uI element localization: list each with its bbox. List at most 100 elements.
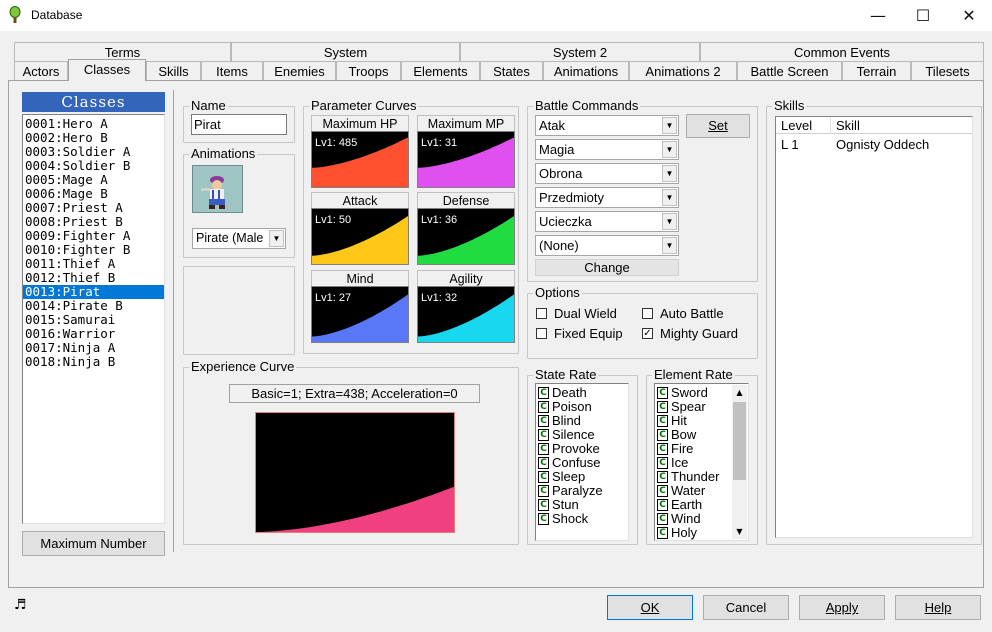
class-list[interactable]: 0001:Hero A 0002:Hero B 0003:Soldier A 0004…	[22, 114, 165, 524]
skills-table[interactable]: Level Skill L 1 Ognisty Oddech	[775, 116, 973, 538]
tab-animations-2[interactable]: Animations 2	[629, 61, 737, 81]
rate-name: Sword	[671, 385, 708, 400]
music-icon[interactable]: ♬	[14, 597, 27, 613]
list-item[interactable]: 0015:Samurai	[23, 313, 164, 327]
curve-chart[interactable]: Lv1: 36	[417, 208, 515, 265]
curve-chart[interactable]: Lv1: 50	[311, 208, 409, 265]
tab-system-2[interactable]: System 2	[460, 42, 700, 62]
cancel-button[interactable]: Cancel	[703, 595, 789, 620]
rate-row[interactable]: C Paralyze	[538, 484, 628, 498]
rate-name: Poison	[552, 399, 592, 414]
battle-command-select[interactable]: (None) ▼	[535, 235, 679, 256]
list-item[interactable]: 0010:Fighter B	[23, 243, 164, 257]
scrollbar-thumb[interactable]	[733, 402, 746, 480]
list-item[interactable]: 0009:Fighter A	[23, 229, 164, 243]
dual-wield-label: Dual Wield	[554, 306, 617, 321]
list-item[interactable]: 0017:Ninja A	[23, 341, 164, 355]
rate-row[interactable]: C Sleep	[538, 470, 628, 484]
curve-chart[interactable]: Lv1: 31	[417, 131, 515, 188]
tab-troops[interactable]: Troops	[336, 61, 401, 81]
curve-chart[interactable]: Lv1: 32	[417, 286, 515, 343]
mighty-guard-checkbox[interactable]: ✓	[642, 328, 653, 339]
rate-row[interactable]: C Blind	[538, 414, 628, 428]
list-item[interactable]: 0016:Warrior	[23, 327, 164, 341]
curve-chart[interactable]: Lv1: 485	[311, 131, 409, 188]
tab-actors[interactable]: Actors	[14, 61, 68, 81]
list-item[interactable]: 0018:Ninja B	[23, 355, 164, 369]
list-item[interactable]: 0001:Hero A	[23, 117, 164, 131]
tab-skills[interactable]: Skills	[146, 61, 201, 81]
rate-letter-icon: C	[657, 415, 668, 427]
experience-formula[interactable]: Basic=1; Extra=438; Acceleration=0	[229, 384, 480, 403]
tab-elements[interactable]: Elements	[401, 61, 480, 81]
curve-value: Lv1: 31	[421, 137, 458, 149]
scroll-down-icon[interactable]: ▼	[732, 524, 747, 539]
window-title: Database	[31, 8, 83, 22]
tab-system[interactable]: System	[231, 42, 460, 62]
curve-chart[interactable]: Lv1: 27	[311, 286, 409, 343]
element-scrollbar[interactable]: ▲ ▼	[732, 385, 747, 539]
battle-command-select[interactable]: Obrona ▼	[535, 163, 679, 184]
ok-label: OK	[640, 600, 660, 615]
auto-battle-checkbox[interactable]	[642, 308, 653, 319]
tab-animations[interactable]: Animations	[543, 61, 629, 81]
rate-row[interactable]: C Silence	[538, 428, 628, 442]
close-button[interactable]: ✕	[946, 0, 992, 31]
list-item[interactable]: 0011:Thief A	[23, 257, 164, 271]
rate-letter-icon: C	[657, 527, 668, 539]
set-button-label: Set	[708, 118, 728, 133]
dual-wield-checkbox[interactable]	[536, 308, 547, 319]
state-rate-list[interactable]: C Death C Poison C Blind C Silence C Provoke C Conf…	[535, 383, 629, 541]
tab-states[interactable]: States	[480, 61, 543, 81]
list-item[interactable]: 0012:Thief B	[23, 271, 164, 285]
battle-command-select[interactable]: Ucieczka ▼	[535, 211, 679, 232]
rate-name: Provoke	[552, 441, 600, 456]
battle-command-select[interactable]: Magia ▼	[535, 139, 679, 160]
rate-name: Holy	[671, 525, 698, 540]
help-button[interactable]: Help	[895, 595, 981, 620]
experience-chart[interactable]	[255, 412, 455, 533]
rate-name: Bow	[671, 427, 697, 442]
list-item[interactable]: 0006:Mage B	[23, 187, 164, 201]
col-level[interactable]: Level	[781, 118, 812, 133]
maximum-number-button[interactable]: Maximum Number	[22, 531, 165, 556]
scroll-up-icon[interactable]: ▲	[732, 385, 747, 400]
rate-row[interactable]: C Confuse	[538, 456, 628, 470]
list-item[interactable]: 0003:Soldier A	[23, 145, 164, 159]
rate-row[interactable]: C Death	[538, 386, 628, 400]
table-row[interactable]: L 1 Ognisty Oddech	[776, 136, 972, 152]
change-button[interactable]: Change	[535, 259, 679, 276]
rate-row[interactable]: C Poison	[538, 400, 628, 414]
animation-select[interactable]: Pirate (Male ▼	[192, 228, 286, 249]
list-item[interactable]: 0004:Soldier B	[23, 159, 164, 173]
fixed-equip-checkbox[interactable]	[536, 328, 547, 339]
tab-classes[interactable]: Classes	[68, 59, 146, 81]
set-button[interactable]: Set	[686, 114, 750, 138]
curve-title: Mind	[311, 270, 409, 286]
rate-row[interactable]: C Provoke	[538, 442, 628, 456]
tab-items[interactable]: Items	[201, 61, 263, 81]
maximize-button[interactable]: ☐	[900, 0, 946, 31]
tab-common-events[interactable]: Common Events	[700, 42, 984, 62]
battle-command-select[interactable]: Przedmioty ▼	[535, 187, 679, 208]
tab-tilesets[interactable]: Tilesets	[911, 61, 984, 81]
minimize-button[interactable]: —	[855, 0, 901, 31]
rate-row[interactable]: C Shock	[538, 512, 628, 526]
list-item[interactable]: 0014:Pirate B	[23, 299, 164, 313]
list-item[interactable]: 0008:Priest B	[23, 215, 164, 229]
list-item[interactable]: 0013:Pirat	[23, 285, 164, 299]
list-item[interactable]: 0002:Hero B	[23, 131, 164, 145]
tab-terrain[interactable]: Terrain	[842, 61, 911, 81]
name-input[interactable]: Pirat	[191, 114, 287, 135]
battle-command-select[interactable]: Atak ▼	[535, 115, 679, 136]
curve-title: Defense	[417, 192, 515, 208]
ok-button[interactable]: OK	[607, 595, 693, 620]
rate-row[interactable]: C Stun	[538, 498, 628, 512]
tab-battle-screen[interactable]: Battle Screen	[737, 61, 842, 81]
tab-enemies[interactable]: Enemies	[263, 61, 336, 81]
col-skill[interactable]: Skill	[836, 118, 860, 133]
list-item[interactable]: 0005:Mage A	[23, 173, 164, 187]
list-item[interactable]: 0007:Priest A	[23, 201, 164, 215]
apply-button[interactable]: Apply	[799, 595, 885, 620]
battle-command-value: (None)	[539, 238, 579, 253]
